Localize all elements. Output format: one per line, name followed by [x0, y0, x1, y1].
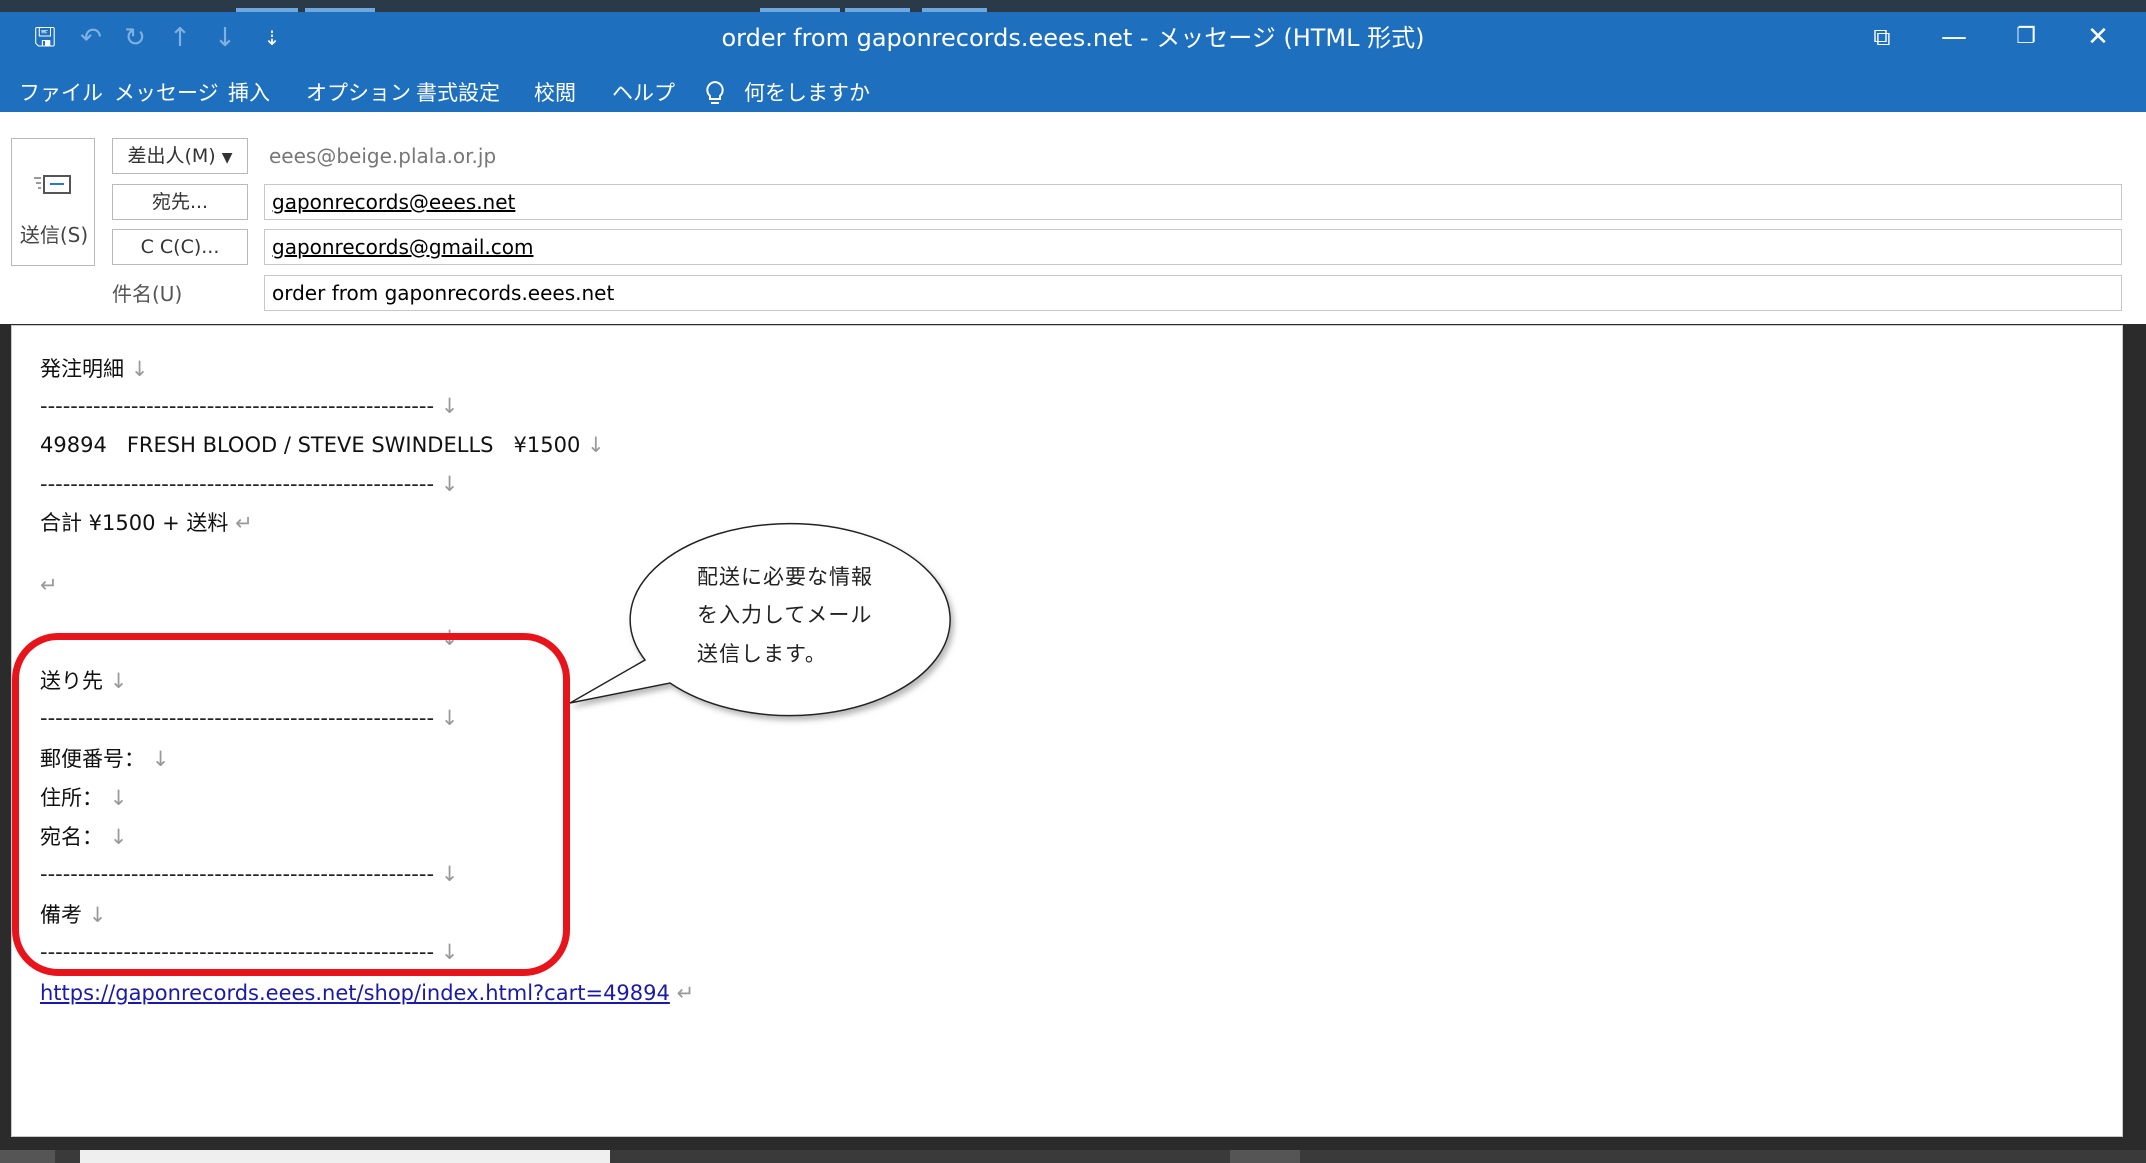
- close-button[interactable]: ✕: [2078, 20, 2118, 54]
- window-indicator: [236, 8, 298, 12]
- window-indicator: [845, 8, 910, 12]
- from-address: eees@beige.plala.or.jp: [269, 144, 497, 168]
- send-label: 送信(S): [19, 223, 89, 247]
- tab-help[interactable]: ヘルプ: [612, 76, 675, 112]
- body-separator: ----------------------------------------…: [40, 472, 459, 496]
- tell-me-search[interactable]: 何をしますか: [744, 76, 870, 112]
- tab-file[interactable]: ファイル: [19, 76, 103, 112]
- minimize-button[interactable]: —: [1934, 20, 1974, 54]
- taskbar-item[interactable]: [0, 1150, 55, 1163]
- body-separator: ----------------------------------------…: [40, 394, 459, 418]
- callout-line: 送信します。: [697, 642, 827, 666]
- restore-button[interactable]: ❐: [2006, 20, 2046, 54]
- window-indicator: [305, 8, 375, 12]
- to-field[interactable]: gaponrecords@eees.net: [264, 184, 2122, 220]
- from-button-label: 差出人(M): [127, 145, 216, 167]
- tab-format[interactable]: 書式設定: [416, 76, 500, 112]
- tab-review[interactable]: 校閲: [534, 76, 576, 112]
- send-button[interactable]: 送信(S): [11, 138, 95, 266]
- body-line-order-title: 発注明細 ↓: [40, 357, 149, 381]
- body-line-total: 合計 ¥1500 + 送料 ↵: [40, 511, 253, 535]
- tab-options[interactable]: オプション: [306, 76, 411, 112]
- title-bar: 🖫 ↶ ↻ ↑ ↓ ⇣ order from gaponrecords.eees…: [0, 0, 2146, 76]
- lightbulb-icon[interactable]: [700, 78, 730, 108]
- cc-field[interactable]: gaponrecords@gmail.com: [264, 229, 2122, 265]
- taskbar-item[interactable]: [1230, 1150, 1300, 1163]
- window-indicator: [922, 8, 987, 12]
- subject-label: 件名(U): [112, 282, 183, 306]
- taskbar-item[interactable]: [80, 1150, 610, 1163]
- highlight-box: [12, 633, 570, 976]
- cc-button[interactable]: C C(C)...: [112, 229, 248, 265]
- to-recipient[interactable]: gaponrecords@eees.net: [272, 190, 515, 214]
- chevron-down-icon: ▼: [221, 150, 233, 166]
- tab-insert[interactable]: 挿入: [228, 76, 270, 112]
- from-button[interactable]: 差出人(M) ▼: [112, 138, 248, 174]
- ribbon-display-options-icon[interactable]: ⧉: [1862, 20, 1902, 54]
- subject-field[interactable]: order from gaponrecords.eees.net: [264, 275, 2122, 311]
- callout-line: 配送に必要な情報: [697, 565, 873, 589]
- window-indicator: [760, 8, 840, 12]
- body-line-cart-url: https://gaponrecords.eees.net/shop/index…: [40, 981, 695, 1005]
- tab-message[interactable]: メッセージ: [114, 76, 219, 112]
- callout-line: を入力してメール: [697, 603, 873, 627]
- body-line-item: 49894 FRESH BLOOD / STEVE SWINDELLS ¥150…: [40, 433, 605, 457]
- ribbon-tabs: ファイル メッセージ 挿入 オプション 書式設定 校閲 ヘルプ 何をしますか: [0, 76, 2146, 112]
- taskbar: [0, 1150, 2146, 1163]
- send-envelope-icon: [34, 175, 71, 194]
- cc-recipient[interactable]: gaponrecords@gmail.com: [272, 235, 533, 259]
- to-button[interactable]: 宛先...: [112, 184, 248, 220]
- body-empty-paragraph: ↵: [40, 573, 58, 597]
- cart-link[interactable]: https://gaponrecords.eees.net/shop/index…: [40, 981, 670, 1005]
- window-title: order from gaponrecords.eees.net - メッセージ…: [721, 24, 1425, 52]
